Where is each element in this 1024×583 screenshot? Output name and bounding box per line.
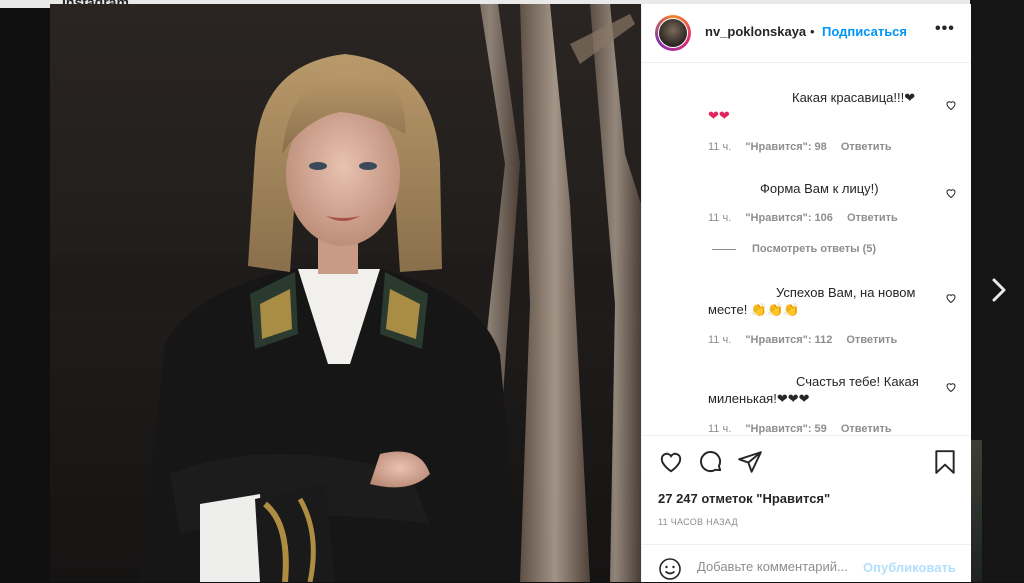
comment-icon[interactable] <box>698 449 724 475</box>
comment-time: 11 ч. <box>708 212 732 224</box>
comment-text: Счастья тебе! Какая <box>796 374 919 389</box>
bookmark-icon[interactable] <box>932 449 958 475</box>
heart-icon[interactable] <box>658 449 684 475</box>
comment-like-heart-icon[interactable] <box>945 292 957 304</box>
comments-list[interactable]: Какая красавица!!!❤ ❤❤ 11 ч. "Нравится":… <box>642 63 971 435</box>
comment-like-heart-icon[interactable] <box>945 381 957 393</box>
emoji-icon[interactable] <box>658 557 682 581</box>
add-comment-bar: Опубликовать <box>642 544 971 583</box>
comment-text-line2: миленькая!❤❤❤ <box>708 391 810 406</box>
comment-time: 11 ч. <box>708 334 732 346</box>
post-header: nv_poklonskaya • Подписаться ••• <box>642 4 971 63</box>
comment-like-heart-icon[interactable] <box>945 187 957 199</box>
comment-time: 11 ч. <box>708 141 732 153</box>
comment-input[interactable] <box>697 559 857 574</box>
comment-meta: 11 ч. "Нравится": 98 Ответить <box>708 141 903 153</box>
comment-text: Успехов Вам, на новом <box>776 285 916 300</box>
comment-meta: 11 ч. "Нравится": 112 Ответить <box>708 334 908 346</box>
comment-meta: 11 ч. "Нравится": 59 Ответить <box>708 423 903 435</box>
comment-text-line2: месте! 👏👏👏 <box>708 302 800 317</box>
comment-text-line2: ❤❤ <box>708 108 730 123</box>
view-replies-button[interactable]: Посмотреть ответы (5) <box>712 243 876 255</box>
publish-button[interactable]: Опубликовать <box>863 560 956 575</box>
post-sidebar: nv_poklonskaya • Подписаться ••• Какая к… <box>641 4 971 582</box>
avatar[interactable] <box>655 15 691 51</box>
username-link[interactable]: nv_poklonskaya <box>705 24 806 39</box>
comment-likes[interactable]: "Нравится": 106 <box>745 212 833 224</box>
post-actions: 27 247 отметок "Нравится" 11 ЧАСОВ НАЗАД <box>642 435 971 556</box>
likes-count[interactable]: 27 247 отметок "Нравится" <box>658 491 830 506</box>
avatar-image <box>658 18 688 48</box>
comment-time: 11 ч. <box>708 423 732 435</box>
reply-button[interactable]: Ответить <box>847 212 898 224</box>
comment-meta: 11 ч. "Нравится": 106 Ответить <box>708 212 909 224</box>
comment-likes[interactable]: "Нравится": 59 <box>745 423 826 435</box>
comment-text: Форма Вам к лицу!) <box>760 181 879 196</box>
comment-like-heart-icon[interactable] <box>945 99 957 111</box>
reply-button[interactable]: Ответить <box>841 423 892 435</box>
separator-dot: • <box>810 24 815 39</box>
portrait-illustration <box>50 4 641 582</box>
comment-likes[interactable]: "Нравится": 98 <box>745 141 826 153</box>
post-time: 11 ЧАСОВ НАЗАД <box>658 517 738 527</box>
background-next-photo <box>970 440 982 582</box>
reply-button[interactable]: Ответить <box>841 141 892 153</box>
share-icon[interactable] <box>737 449 763 475</box>
reply-button[interactable]: Ответить <box>846 334 897 346</box>
chevron-right-icon[interactable] <box>990 276 1008 304</box>
more-options-icon[interactable]: ••• <box>935 20 955 38</box>
post-photo[interactable] <box>50 4 641 582</box>
comment-likes[interactable]: "Нравится": 112 <box>745 334 832 346</box>
follow-button[interactable]: Подписаться <box>822 24 907 39</box>
comment-text: Какая красавица!!!❤ <box>792 90 916 105</box>
